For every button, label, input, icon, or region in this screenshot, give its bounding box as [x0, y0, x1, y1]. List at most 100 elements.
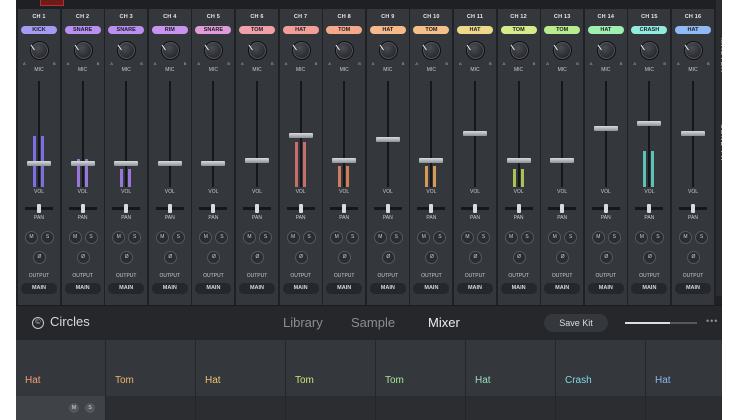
output-select[interactable]: MAIN: [457, 283, 493, 294]
fader-handle[interactable]: [550, 157, 575, 163]
mic-knob[interactable]: [684, 41, 703, 60]
pan-slider[interactable]: [155, 204, 184, 213]
volume-fader[interactable]: [419, 81, 444, 187]
fader-handle[interactable]: [593, 126, 618, 131]
volume-fader[interactable]: [332, 81, 357, 187]
pad-control-strip[interactable]: [196, 396, 286, 420]
channel-tag[interactable]: TOM: [239, 26, 275, 34]
mute-button[interactable]: M: [199, 231, 213, 244]
volume-fader[interactable]: [27, 81, 51, 187]
mute-button[interactable]: M: [504, 231, 518, 244]
pad-control-strip[interactable]: [286, 396, 376, 420]
mic-knob[interactable]: [335, 41, 355, 60]
drum-pad[interactable]: Tom: [376, 340, 466, 396]
output-select[interactable]: MAIN: [413, 283, 450, 294]
pad-control-strip[interactable]: [376, 396, 466, 420]
phase-invert-button[interactable]: Ø: [120, 251, 134, 264]
output-select[interactable]: MAIN: [544, 283, 581, 294]
channel-tag[interactable]: RIM: [151, 26, 188, 34]
output-select[interactable]: MAIN: [239, 283, 275, 294]
solo-button[interactable]: S: [302, 231, 316, 244]
mic-knob[interactable]: [160, 41, 180, 60]
channel-tag[interactable]: HAT: [457, 26, 493, 34]
pan-slider[interactable]: [286, 204, 315, 213]
solo-button[interactable]: S: [651, 231, 665, 244]
channel-tag[interactable]: KICK: [21, 26, 57, 34]
mute-button[interactable]: M: [112, 231, 126, 244]
channel-tag[interactable]: HAT: [369, 26, 406, 34]
solo-button[interactable]: S: [695, 231, 708, 244]
tab-send-fx[interactable]: SEND FX: [712, 124, 722, 161]
solo-button[interactable]: S: [346, 231, 360, 244]
tab-master[interactable]: MASTER: [712, 38, 722, 73]
phase-invert-button[interactable]: Ø: [76, 251, 90, 264]
mic-knob[interactable]: [378, 41, 398, 60]
mic-knob[interactable]: [596, 41, 616, 60]
output-select[interactable]: MAIN: [282, 283, 319, 294]
output-select[interactable]: MAIN: [195, 283, 232, 294]
volume-fader[interactable]: [550, 81, 575, 187]
mute-button[interactable]: M: [461, 231, 474, 244]
drum-pad[interactable]: Hat: [16, 340, 106, 396]
mic-knob[interactable]: [248, 41, 267, 60]
channel-tag[interactable]: SNARE: [108, 26, 145, 34]
mute-button[interactable]: M: [417, 231, 431, 244]
fader-handle[interactable]: [245, 157, 269, 163]
output-select[interactable]: MAIN: [326, 283, 363, 294]
phase-invert-button[interactable]: Ø: [512, 251, 526, 264]
mic-knob[interactable]: [422, 41, 442, 60]
volume-fader[interactable]: [506, 81, 531, 187]
channel-tag[interactable]: TOM: [500, 26, 537, 34]
pan-slider[interactable]: [504, 204, 533, 213]
pad-control-strip[interactable]: MS: [16, 396, 106, 420]
pan-slider[interactable]: [243, 204, 271, 213]
solo-button[interactable]: S: [84, 231, 98, 244]
pad-control-strip[interactable]: [556, 396, 646, 420]
solo-button[interactable]: S: [171, 231, 185, 244]
volume-fader[interactable]: [463, 81, 487, 187]
solo-button[interactable]: S: [433, 231, 447, 244]
pan-slider[interactable]: [679, 204, 707, 213]
mic-knob[interactable]: [553, 41, 573, 60]
solo-button[interactable]: S: [520, 231, 534, 244]
pan-slider[interactable]: [330, 204, 359, 213]
fader-handle[interactable]: [27, 160, 51, 166]
more-options-icon[interactable]: •••: [706, 316, 718, 326]
solo-button[interactable]: S: [477, 231, 490, 244]
channel-tag[interactable]: TOM: [326, 26, 363, 34]
tab-sample[interactable]: Sample: [351, 315, 395, 330]
mute-button[interactable]: M: [330, 231, 344, 244]
fader-handle[interactable]: [463, 131, 487, 137]
output-select[interactable]: MAIN: [500, 283, 537, 294]
channel-tag[interactable]: SNARE: [195, 26, 232, 34]
pad-control-strip[interactable]: [646, 396, 722, 420]
drum-pad[interactable]: Hat: [466, 340, 556, 396]
volume-fader[interactable]: [681, 81, 705, 187]
fader-handle[interactable]: [637, 120, 662, 126]
output-select[interactable]: MAIN: [631, 283, 668, 294]
record-button[interactable]: [40, 0, 64, 6]
solo-button[interactable]: S: [607, 231, 621, 244]
channel-tag[interactable]: SNARE: [64, 26, 101, 34]
mute-button[interactable]: M: [373, 231, 387, 244]
fader-handle[interactable]: [201, 160, 226, 166]
phase-invert-button[interactable]: Ø: [251, 251, 264, 264]
pan-slider[interactable]: [591, 204, 620, 213]
drum-pad[interactable]: Hat: [196, 340, 286, 396]
mute-button[interactable]: M: [155, 231, 169, 244]
drum-pad[interactable]: Tom: [106, 340, 196, 396]
solo-button[interactable]: S: [215, 231, 229, 244]
output-select[interactable]: MAIN: [108, 283, 145, 294]
output-select[interactable]: MAIN: [64, 283, 101, 294]
mute-button[interactable]: M: [25, 231, 38, 244]
volume-fader[interactable]: [637, 81, 662, 187]
mute-button[interactable]: M: [68, 231, 82, 244]
output-select[interactable]: MAIN: [587, 283, 624, 294]
phase-invert-button[interactable]: Ø: [556, 251, 570, 264]
fader-handle[interactable]: [419, 157, 444, 163]
drum-pad[interactable]: Crash: [556, 340, 646, 396]
fader-handle[interactable]: [114, 160, 139, 166]
volume-fader[interactable]: [593, 81, 618, 187]
pan-slider[interactable]: [25, 204, 53, 213]
mic-knob[interactable]: [291, 41, 311, 60]
